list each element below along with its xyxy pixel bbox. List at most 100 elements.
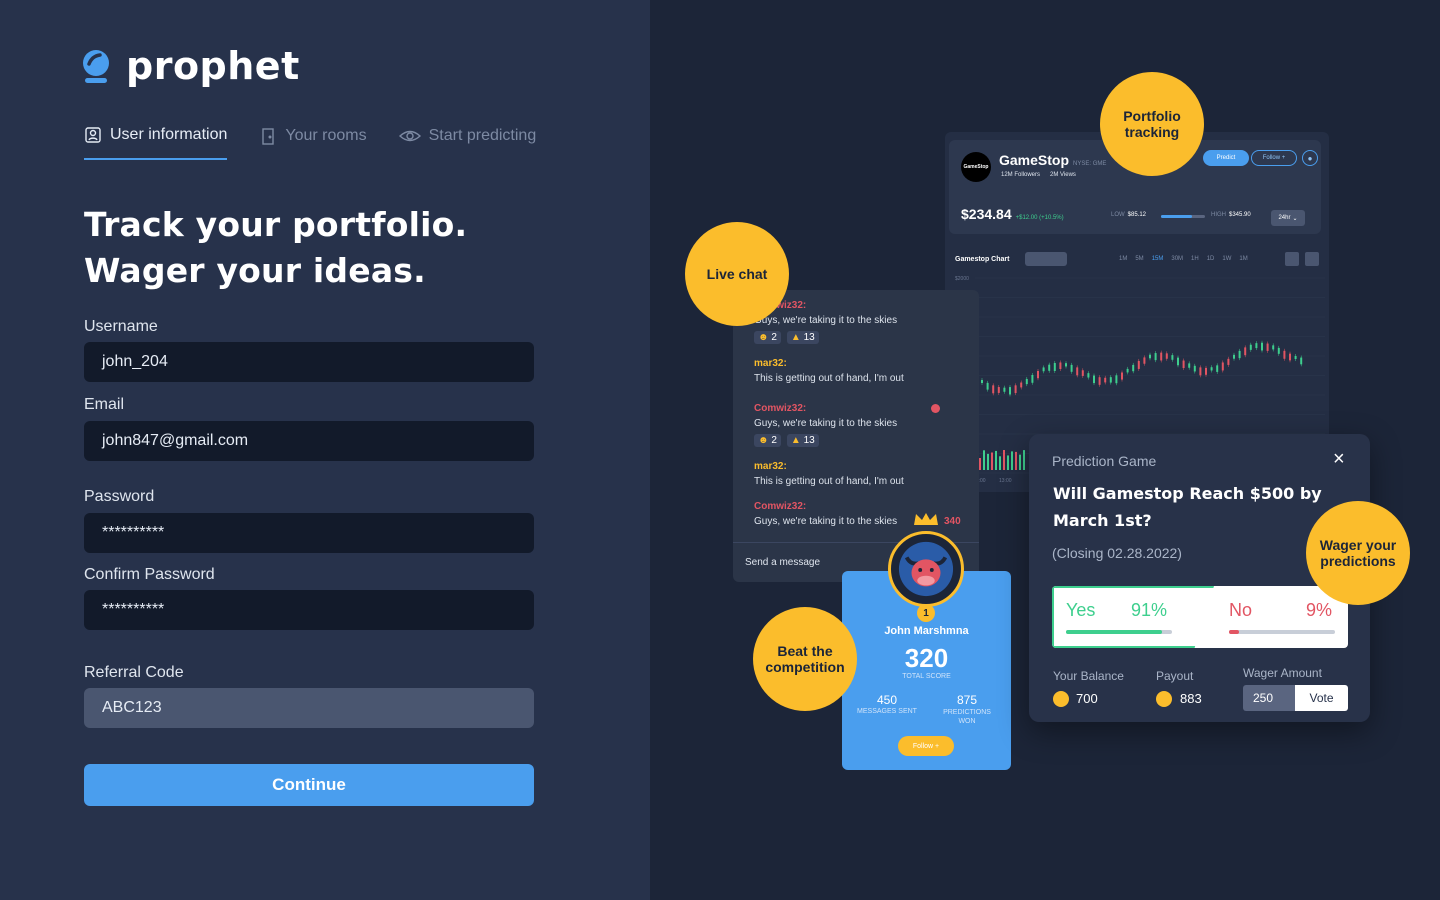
yes-label: Yes bbox=[1066, 600, 1096, 620]
chat-text: Guys, we're taking it to the skies bbox=[754, 418, 898, 429]
balance-label: Your Balance bbox=[1053, 669, 1124, 683]
password-input[interactable]: ********** bbox=[84, 513, 534, 553]
high-label: HIGH bbox=[1211, 212, 1226, 218]
volume-bar bbox=[1003, 450, 1005, 470]
coin-icon bbox=[1053, 691, 1069, 707]
confirm-password-input[interactable]: ********** bbox=[84, 590, 534, 630]
portfolio-tracking-badge: Portfolio tracking bbox=[1100, 72, 1204, 176]
predictions-won-value: 875 bbox=[956, 693, 978, 707]
timeframe-selector: 1M 5M 15M 30M 1H 1D 1W 1M bbox=[1119, 256, 1248, 262]
tab-user-information[interactable]: User information bbox=[84, 126, 228, 160]
yes-progress bbox=[1066, 630, 1172, 634]
tab-your-rooms[interactable]: Your rooms bbox=[259, 126, 367, 160]
profile-follow-button[interactable]: Follow + bbox=[898, 736, 954, 756]
yes-percent: 91% bbox=[1131, 600, 1168, 620]
coin-icon bbox=[1156, 691, 1172, 707]
price-range-bar bbox=[1161, 215, 1205, 218]
range-select[interactable]: 24hr ⌄ bbox=[1271, 210, 1305, 226]
tab-start-predicting[interactable]: Start predicting bbox=[398, 126, 537, 160]
volume-bar bbox=[991, 452, 993, 470]
views-count: 2M Views bbox=[1050, 172, 1076, 178]
vote-button[interactable]: Vote bbox=[1295, 685, 1348, 711]
wager-label: Wager Amount bbox=[1243, 666, 1322, 680]
volume-bar bbox=[1007, 455, 1009, 470]
timeframe-option[interactable]: 1W bbox=[1222, 256, 1231, 262]
wager-amount-input[interactable]: 250 bbox=[1243, 685, 1295, 711]
low-value: $85.12 bbox=[1127, 212, 1147, 218]
predict-button[interactable]: Predict bbox=[1203, 150, 1249, 166]
payout-label: Payout bbox=[1156, 669, 1194, 683]
payout-value: 883 bbox=[1180, 691, 1202, 706]
no-label: No bbox=[1229, 600, 1253, 620]
thumbs-up-icon: ▲ bbox=[790, 332, 801, 343]
signup-panel: prophet User information Your rooms Star… bbox=[0, 0, 650, 900]
timeframe-option[interactable]: 1M bbox=[1239, 256, 1247, 262]
total-score-label: TOTAL SCORE bbox=[902, 673, 951, 680]
high-value: $345.90 bbox=[1229, 212, 1251, 218]
crown-icon bbox=[913, 512, 939, 526]
volume-bar bbox=[1019, 454, 1021, 470]
crown-count: 340 bbox=[944, 516, 961, 527]
close-icon[interactable]: × bbox=[1333, 448, 1345, 471]
brand-name: prophet bbox=[126, 44, 300, 88]
reaction-thumbs[interactable]: ▲ 13 bbox=[786, 434, 819, 447]
chat-reactions: ☻ 2 ▲ 13 bbox=[754, 331, 897, 344]
stock-change: +$12.00 (+10.5%) bbox=[1015, 215, 1064, 221]
volume-bar bbox=[979, 458, 981, 470]
chat-message: mar32: This is getting out of hand, I'm o… bbox=[754, 358, 904, 384]
no-progress bbox=[1229, 630, 1335, 634]
timeframe-option[interactable]: 1D bbox=[1207, 256, 1215, 262]
chat-reactions: ☻ 2 ▲ 13 bbox=[754, 434, 897, 447]
eye-icon bbox=[398, 130, 421, 142]
chart-type-toggle[interactable] bbox=[1025, 252, 1067, 266]
volume-bar bbox=[1011, 451, 1013, 470]
timeframe-option[interactable]: 15M bbox=[1152, 256, 1164, 262]
profile-name: John Marshmna bbox=[884, 625, 969, 637]
headline-line-1: Track your portfolio. bbox=[84, 205, 468, 244]
step-tabs: User information Your rooms Start predic… bbox=[84, 126, 536, 160]
chat-text: This is getting out of hand, I'm out bbox=[754, 476, 904, 487]
username-input[interactable]: john_204 bbox=[84, 342, 534, 382]
stock-price: $234.84 bbox=[961, 206, 1012, 222]
hourglass-icon[interactable] bbox=[1305, 252, 1319, 266]
bell-icon[interactable]: ● bbox=[1302, 150, 1318, 166]
continue-button[interactable]: Continue bbox=[84, 764, 534, 806]
headline: Track your portfolio. Wager your ideas. bbox=[84, 202, 467, 294]
wager-predictions-badge: Wager your predictions bbox=[1306, 501, 1410, 605]
low-label: LOW bbox=[1111, 212, 1125, 218]
chat-text: Guys, we're taking it to the skies bbox=[754, 516, 898, 527]
timeframe-option[interactable]: 30M bbox=[1171, 256, 1183, 262]
chart-title: Gamestop Chart bbox=[955, 256, 1010, 263]
grid-icon[interactable] bbox=[1285, 252, 1299, 266]
reaction-laugh[interactable]: ☻ 2 bbox=[754, 331, 781, 344]
no-percent: 9% bbox=[1306, 600, 1333, 620]
bull-avatar-icon bbox=[898, 541, 954, 597]
timeframe-option[interactable]: 5M bbox=[1135, 256, 1143, 262]
chat-message: mar32: This is getting out of hand, I'm o… bbox=[754, 461, 904, 487]
rank-badge: 1 bbox=[917, 604, 935, 622]
tab-label: Start predicting bbox=[428, 127, 537, 144]
referral-code-input[interactable]: ABC123 bbox=[84, 688, 534, 728]
volume-bar bbox=[1015, 451, 1017, 470]
timeframe-option[interactable]: 1M bbox=[1119, 256, 1127, 262]
volume-bar bbox=[1023, 450, 1025, 470]
balance-value: 700 bbox=[1076, 691, 1098, 706]
timeframe-option[interactable]: 1H bbox=[1191, 256, 1199, 262]
tab-label: Your rooms bbox=[285, 127, 367, 144]
follow-button[interactable]: Follow + bbox=[1251, 150, 1297, 166]
email-input[interactable]: john847@gmail.com bbox=[84, 421, 534, 461]
volume-bar bbox=[983, 450, 985, 470]
chat-text: Guys, we're taking it to the skies bbox=[754, 315, 898, 326]
prediction-question: Will Gamestop Reach $500 by March 1st? bbox=[1053, 484, 1322, 530]
total-score: 320 bbox=[904, 643, 949, 673]
chat-author: mar32: bbox=[754, 358, 787, 369]
gamestop-logo: GameStop bbox=[961, 152, 991, 182]
predictions-won-label: PREDICTIONS WON bbox=[943, 709, 991, 725]
reaction-thumbs[interactable]: ▲ 13 bbox=[786, 331, 819, 344]
chat-text: This is getting out of hand, I'm out bbox=[754, 373, 904, 384]
emoji-icon: ☻ bbox=[758, 332, 769, 343]
reaction-laugh[interactable]: ☻ 2 bbox=[754, 434, 781, 447]
password-label: Password bbox=[84, 488, 155, 505]
followers-count: 12M Followers bbox=[1001, 172, 1041, 178]
y-tick-label: $2000 bbox=[955, 276, 969, 282]
